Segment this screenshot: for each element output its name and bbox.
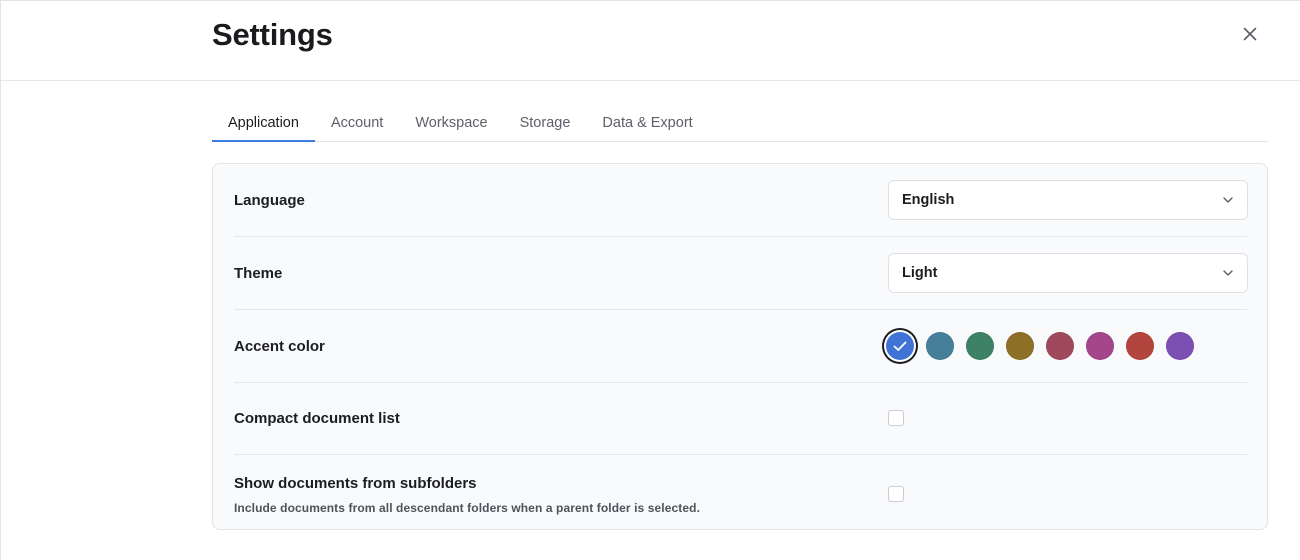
settings-panel: Language English Theme Light Accent colo… (212, 163, 1268, 530)
settings-window: Settings Application Account Workspace S… (0, 0, 1300, 560)
language-value: English (902, 192, 955, 208)
subfolders-row: Show documents from subfolders Include d… (234, 455, 1247, 531)
theme-label: Theme (234, 265, 283, 282)
theme-select[interactable]: Light (888, 253, 1248, 293)
settings-tabs: Application Account Workspace Storage Da… (212, 105, 1268, 142)
close-icon (1243, 27, 1257, 41)
chevron-down-icon (1223, 270, 1233, 276)
check-icon (893, 341, 907, 351)
accent-color-label: Accent color (234, 338, 325, 355)
language-row: Language English (234, 164, 1248, 237)
tab-storage[interactable]: Storage (504, 105, 587, 141)
accent-swatch-4[interactable] (1006, 332, 1034, 360)
tab-account[interactable]: Account (315, 105, 399, 141)
theme-row: Theme Light (234, 237, 1248, 310)
theme-value: Light (902, 265, 938, 281)
accent-swatch-8[interactable] (1166, 332, 1194, 360)
compact-list-checkbox[interactable] (888, 410, 904, 426)
subfolders-checkbox[interactable] (888, 486, 904, 502)
accent-color-row: Accent color (234, 310, 1247, 383)
close-button[interactable] (1239, 23, 1261, 45)
accent-swatch-3[interactable] (966, 332, 994, 360)
tab-application[interactable]: Application (212, 105, 315, 142)
subfolders-description: Include documents from all descendant fo… (234, 501, 701, 515)
compact-list-row: Compact document list (234, 383, 1247, 455)
accent-swatch-1[interactable] (886, 332, 914, 360)
language-select[interactable]: English (888, 180, 1248, 220)
tab-workspace[interactable]: Workspace (399, 105, 503, 141)
accent-swatch-5[interactable] (1046, 332, 1074, 360)
accent-color-swatches (886, 332, 1206, 360)
accent-swatch-6[interactable] (1086, 332, 1114, 360)
tab-data-export[interactable]: Data & Export (586, 105, 708, 141)
subfolders-label: Show documents from subfolders (234, 475, 477, 492)
header: Settings (1, 1, 1300, 81)
chevron-down-icon (1223, 197, 1233, 203)
language-label: Language (234, 192, 305, 209)
accent-swatch-7[interactable] (1126, 332, 1154, 360)
compact-list-label: Compact document list (234, 410, 400, 427)
accent-swatch-2[interactable] (926, 332, 954, 360)
page-title: Settings (212, 17, 333, 52)
